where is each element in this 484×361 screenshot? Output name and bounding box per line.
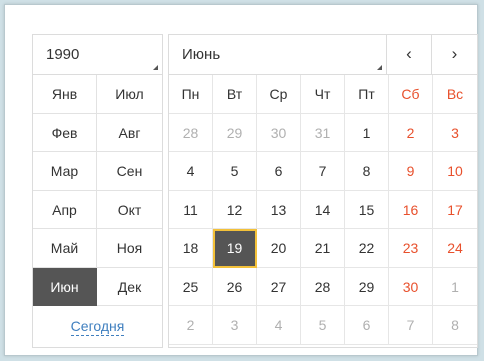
month-cell[interactable]: Янв	[33, 75, 97, 114]
day-cell[interactable]: 26	[213, 267, 257, 306]
month-cell[interactable]: Авг	[97, 114, 162, 152]
day-cell[interactable]: 30	[389, 267, 433, 306]
month-cell[interactable]: Июл	[97, 75, 162, 114]
day-cell[interactable]: 21	[301, 229, 345, 268]
day-cell[interactable]: 17	[433, 191, 477, 229]
day-cell[interactable]: 11	[169, 190, 213, 229]
dropdown-corner-icon	[153, 65, 158, 70]
dropdown-corner-icon	[377, 65, 382, 70]
weekday-header: Ср	[257, 75, 301, 114]
month-cell[interactable]: Июн	[33, 267, 97, 306]
month-cell[interactable]: Фев	[33, 113, 97, 152]
day-cell-selected[interactable]: 19	[213, 229, 257, 268]
today-button[interactable]: Сегодня	[33, 306, 162, 347]
day-cell[interactable]: 20	[257, 229, 301, 268]
month-cell[interactable]: Сен	[97, 152, 162, 191]
day-cell[interactable]: 7	[389, 306, 433, 345]
weekday-header: Чт	[301, 75, 345, 114]
month-grid: Янв Июл Фев Авг Мар Сен Апр Окт Май Ноя Июн Дек	[33, 75, 162, 306]
day-cell[interactable]: 24	[433, 229, 477, 268]
day-cell[interactable]: 8	[345, 152, 389, 191]
day-cell[interactable]: 1	[345, 113, 389, 152]
day-cell[interactable]: 27	[257, 267, 301, 306]
weekday-header: Вт	[213, 75, 257, 114]
month-cell[interactable]: Ноя	[97, 229, 162, 268]
day-cell[interactable]: 5	[213, 152, 257, 191]
chevron-right-icon: ›	[451, 44, 458, 63]
day-cell[interactable]: 16	[389, 190, 433, 229]
weekday-header: Вс	[433, 75, 477, 114]
day-cell[interactable]: 13	[257, 190, 301, 229]
date-picker: 1990 Янв Июл Фев Авг Мар Сен Апр Окт Май Ноя Июн Де…	[4, 4, 478, 356]
month-year-panel: 1990 Янв Июл Фев Авг Мар Сен Апр Окт Май Ноя Июн Де…	[32, 34, 163, 348]
day-cell[interactable]: 3	[213, 306, 257, 345]
day-cell[interactable]: 6	[257, 152, 301, 191]
weekday-header: Сб	[389, 75, 433, 114]
month-value: Июнь	[182, 46, 221, 63]
weekday-header: Пт	[345, 75, 389, 114]
month-select[interactable]: Июнь	[169, 35, 387, 75]
day-cell[interactable]: 5	[301, 306, 345, 345]
day-cell[interactable]: 31	[301, 113, 345, 152]
day-cell[interactable]: 29	[213, 113, 257, 152]
day-cell[interactable]: 2	[389, 113, 433, 152]
year-select[interactable]: 1990	[33, 35, 162, 75]
today-link[interactable]: Сегодня	[70, 318, 125, 336]
next-month-button[interactable]: ›	[432, 35, 477, 75]
day-cell[interactable]: 30	[257, 113, 301, 152]
day-grid: Пн Вт Ср Чт Пт Сб Вс 28 29 30 31 1 2 3 4 5 6 7 8 9 10 11 12 13 1…	[169, 75, 477, 345]
day-cell[interactable]: 23	[389, 229, 433, 268]
day-cell[interactable]: 12	[213, 190, 257, 229]
day-cell[interactable]: 6	[345, 306, 389, 345]
day-cell[interactable]: 2	[169, 306, 213, 345]
chevron-left-icon: ‹	[406, 44, 412, 63]
calendar-panel: Июнь ‹ › Пн Вт Ср Чт Пт Сб Вс 28 29 30 31 1 2 3 4 5 6 7 8 9…	[168, 34, 478, 348]
day-cell[interactable]: 29	[345, 267, 389, 306]
day-cell[interactable]: 25	[169, 267, 213, 306]
month-cell[interactable]: Май	[33, 229, 97, 268]
day-cell[interactable]: 15	[345, 190, 389, 229]
day-cell[interactable]: 18	[169, 229, 213, 268]
month-cell[interactable]: Дек	[97, 268, 162, 306]
day-cell[interactable]: 14	[301, 190, 345, 229]
day-cell[interactable]: 22	[345, 229, 389, 268]
day-cell[interactable]: 28	[301, 267, 345, 306]
day-cell[interactable]: 9	[389, 152, 433, 191]
day-cell[interactable]: 3	[433, 114, 477, 152]
prev-month-button[interactable]: ‹	[387, 35, 432, 75]
day-cell[interactable]: 8	[433, 306, 477, 345]
month-cell[interactable]: Окт	[97, 191, 162, 229]
day-cell[interactable]: 7	[301, 152, 345, 191]
weekday-header: Пн	[169, 75, 213, 114]
day-cell[interactable]: 28	[169, 113, 213, 152]
day-cell[interactable]: 1	[433, 268, 477, 306]
month-cell[interactable]: Мар	[33, 152, 97, 191]
month-cell[interactable]: Апр	[33, 190, 97, 229]
day-cell[interactable]: 4	[257, 306, 301, 345]
year-value: 1990	[46, 46, 80, 63]
day-cell[interactable]: 4	[169, 152, 213, 191]
day-cell[interactable]: 10	[433, 152, 477, 191]
